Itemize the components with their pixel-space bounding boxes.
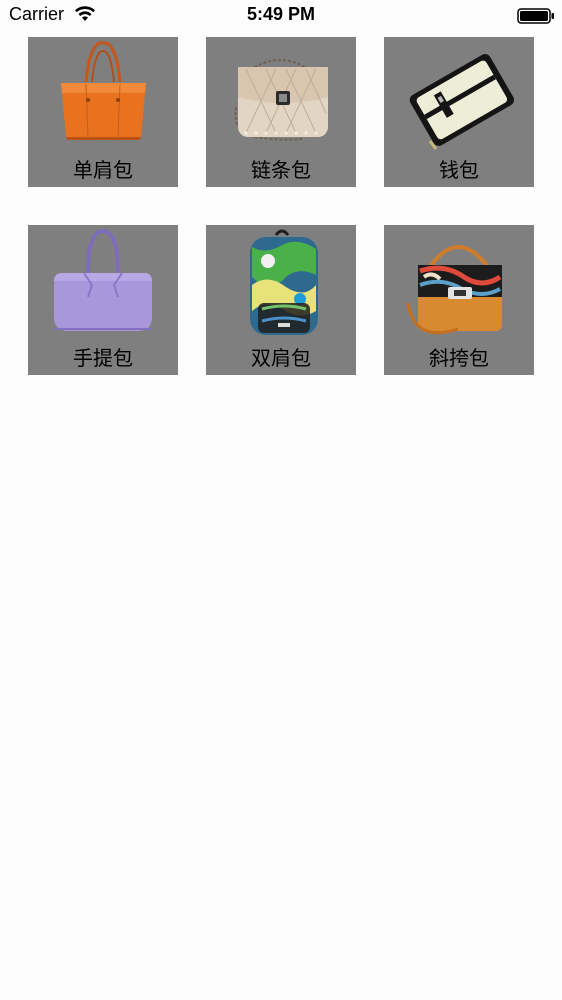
- status-bar: Carrier 5:49 PM: [0, 0, 562, 32]
- category-tile-crossbody-bag[interactable]: 斜挎包: [384, 225, 534, 375]
- category-label: 双肩包: [251, 346, 311, 370]
- category-label: 斜挎包: [429, 346, 489, 370]
- category-label: 链条包: [251, 158, 311, 182]
- category-label: 钱包: [439, 158, 479, 182]
- category-tile-shoulder-bag[interactable]: 单肩包: [28, 37, 178, 187]
- category-tile-handbag[interactable]: 手提包: [28, 225, 178, 375]
- clock: 5:49 PM: [246, 4, 316, 24]
- category-label: 单肩包: [73, 158, 133, 182]
- category-tile-wallet[interactable]: 钱包: [384, 37, 534, 187]
- battery-icon: [517, 8, 555, 28]
- category-tile-chain-bag[interactable]: 链条包: [206, 37, 356, 187]
- category-label: 手提包: [73, 346, 133, 370]
- category-tile-backpack[interactable]: 双肩包: [206, 225, 356, 375]
